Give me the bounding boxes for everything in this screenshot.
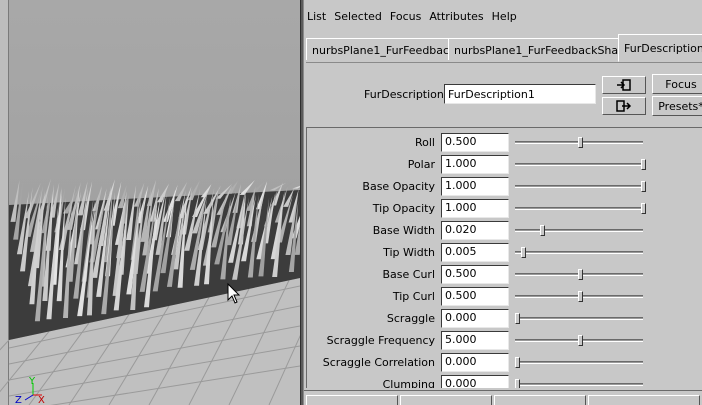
attr-label-tip-opacity: Tip Opacity <box>372 202 435 215</box>
menu-selected[interactable]: Selected <box>331 10 385 23</box>
attr-slider-base-opacity[interactable] <box>515 181 646 192</box>
attr-field-tip-width[interactable]: 0.005 <box>441 243 509 262</box>
axis-z-label: Z <box>15 395 22 405</box>
slider-track <box>515 317 643 320</box>
furdescription-label: FurDescription: <box>364 88 448 101</box>
attr-row-polar: Polar 1.000 <box>307 154 702 176</box>
attr-label-scraggle-correlation: Scraggle Correlation <box>322 356 435 369</box>
slider-track <box>515 185 643 188</box>
slider-handle[interactable] <box>521 247 527 258</box>
tab-furfeedbackshape[interactable]: nurbsPlane1_FurFeedbackShape <box>448 38 638 60</box>
attr-row-base-opacity: Base Opacity 1.000 <box>307 176 702 198</box>
copy-tab-icon <box>616 100 632 112</box>
attr-field-tip-opacity[interactable]: 1.000 <box>441 199 509 218</box>
attr-field-polar[interactable]: 1.000 <box>441 155 509 174</box>
attr-row-scraggle: Scraggle 0.000 <box>307 308 702 330</box>
slider-handle[interactable] <box>641 203 646 214</box>
tab-furfeedback[interactable]: nurbsPlane1_FurFeedback <box>306 38 462 60</box>
slider-handle[interactable] <box>641 159 646 170</box>
attr-row-tip-curl: Tip Curl 0.500 <box>307 286 702 308</box>
axis-y-label: Y <box>28 376 36 387</box>
attr-slider-base-width[interactable] <box>515 225 643 236</box>
attribute-editor: List Selected Focus Attributes Help nurb… <box>304 0 702 405</box>
slider-track <box>515 251 643 254</box>
attr-slider-tip-opacity[interactable] <box>515 203 646 214</box>
menu-attributes[interactable]: Attributes <box>426 10 486 23</box>
bottom-button-4[interactable] <box>588 395 700 405</box>
load-attributes-icon <box>617 79 631 91</box>
attr-field-base-width[interactable]: 0.020 <box>441 221 509 240</box>
attr-slider-polar[interactable] <box>515 159 646 170</box>
attr-row-tip-width: Tip Width 0.005 <box>307 242 702 264</box>
axis-x-label: X <box>38 395 45 405</box>
bottom-button-bar <box>304 390 702 405</box>
attr-slider-scraggle-correlation[interactable] <box>515 357 643 368</box>
slider-track <box>515 163 643 166</box>
slider-handle[interactable] <box>540 225 546 236</box>
attr-label-base-width: Base Width <box>372 224 435 237</box>
slider-handle[interactable] <box>515 357 520 368</box>
focus-button[interactable]: Focus <box>652 74 702 94</box>
attr-label-scraggle: Scraggle <box>386 312 435 325</box>
slider-track <box>515 207 643 210</box>
bottom-button-1[interactable] <box>306 395 398 405</box>
furdescription-name-field[interactable] <box>444 84 596 104</box>
attr-label-tip-curl: Tip Curl <box>392 290 435 303</box>
menubar: List Selected Focus Attributes Help <box>304 6 702 26</box>
attr-label-roll: Roll <box>415 136 435 149</box>
attr-row-base-curl: Base Curl 0.500 <box>307 264 702 286</box>
viewport-panel[interactable]: Y Z X <box>0 0 300 405</box>
attr-field-tip-curl[interactable]: 0.500 <box>441 287 509 306</box>
attr-row-base-width: Base Width 0.020 <box>307 220 702 242</box>
slider-handle[interactable] <box>578 335 583 346</box>
load-attributes-button[interactable] <box>602 76 646 94</box>
attr-label-tip-width: Tip Width <box>383 246 435 259</box>
copy-tab-button[interactable] <box>602 97 646 115</box>
slider-track <box>515 361 643 364</box>
attr-row-scraggle-correlation: Scraggle Correlation 0.000 <box>307 352 702 374</box>
attr-field-clumping[interactable]: 0.000 <box>441 375 509 388</box>
attr-slider-scraggle-frequency[interactable] <box>515 335 643 346</box>
attr-field-base-opacity[interactable]: 1.000 <box>441 177 509 196</box>
attr-label-scraggle-frequency: Scraggle Frequency <box>326 334 435 347</box>
attr-field-base-curl[interactable]: 0.500 <box>441 265 509 284</box>
attr-field-scraggle[interactable]: 0.000 <box>441 309 509 328</box>
attr-label-base-opacity: Base Opacity <box>362 180 435 193</box>
menu-focus[interactable]: Focus <box>387 10 424 23</box>
menu-help[interactable]: Help <box>489 10 520 23</box>
attr-slider-scraggle[interactable] <box>515 313 643 324</box>
attr-label-clumping: Clumping <box>382 378 435 388</box>
attr-row-scraggle-frequency: Scraggle Frequency 5.000 <box>307 330 702 352</box>
attr-slider-clumping[interactable] <box>515 379 643 388</box>
attr-row-roll: Roll 0.500 <box>307 132 702 154</box>
slider-handle[interactable] <box>578 291 583 302</box>
slider-track <box>515 383 643 386</box>
slider-track <box>515 229 643 232</box>
bottom-button-2[interactable] <box>400 395 492 405</box>
bottom-button-3[interactable] <box>494 395 586 405</box>
attr-label-base-curl: Base Curl <box>382 268 435 281</box>
attr-field-roll[interactable]: 0.500 <box>441 133 509 152</box>
attr-label-polar: Polar <box>407 158 435 171</box>
slider-handle[interactable] <box>578 137 583 148</box>
attr-slider-base-curl[interactable] <box>515 269 643 280</box>
attr-slider-roll[interactable] <box>515 137 643 148</box>
slider-handle[interactable] <box>578 269 583 280</box>
tab-furdescription[interactable]: FurDescription1 <box>618 34 702 62</box>
presets-button[interactable]: Presets* <box>652 96 702 116</box>
attr-slider-tip-curl[interactable] <box>515 291 643 302</box>
node-tabs: nurbsPlane1_FurFeedback nurbsPlane1_FurF… <box>306 34 702 63</box>
node-name-row: FurDescription: Focus Presets* <box>304 70 702 122</box>
attr-field-scraggle-frequency[interactable]: 5.000 <box>441 331 509 350</box>
attr-row-tip-opacity: Tip Opacity 1.000 <box>307 198 702 220</box>
menu-list[interactable]: List <box>304 10 329 23</box>
attribute-list: Roll 0.500 Polar 1.000 Base Opacity 1.000 Tip … <box>306 127 702 388</box>
attr-slider-tip-width[interactable] <box>515 247 643 258</box>
attr-field-scraggle-correlation[interactable]: 0.000 <box>441 353 509 372</box>
attr-row-clumping: Clumping 0.000 <box>307 374 702 388</box>
slider-handle[interactable] <box>641 181 646 192</box>
slider-handle[interactable] <box>515 379 520 388</box>
slider-handle[interactable] <box>515 313 520 324</box>
viewport-scene[interactable]: Y Z X <box>0 0 300 405</box>
